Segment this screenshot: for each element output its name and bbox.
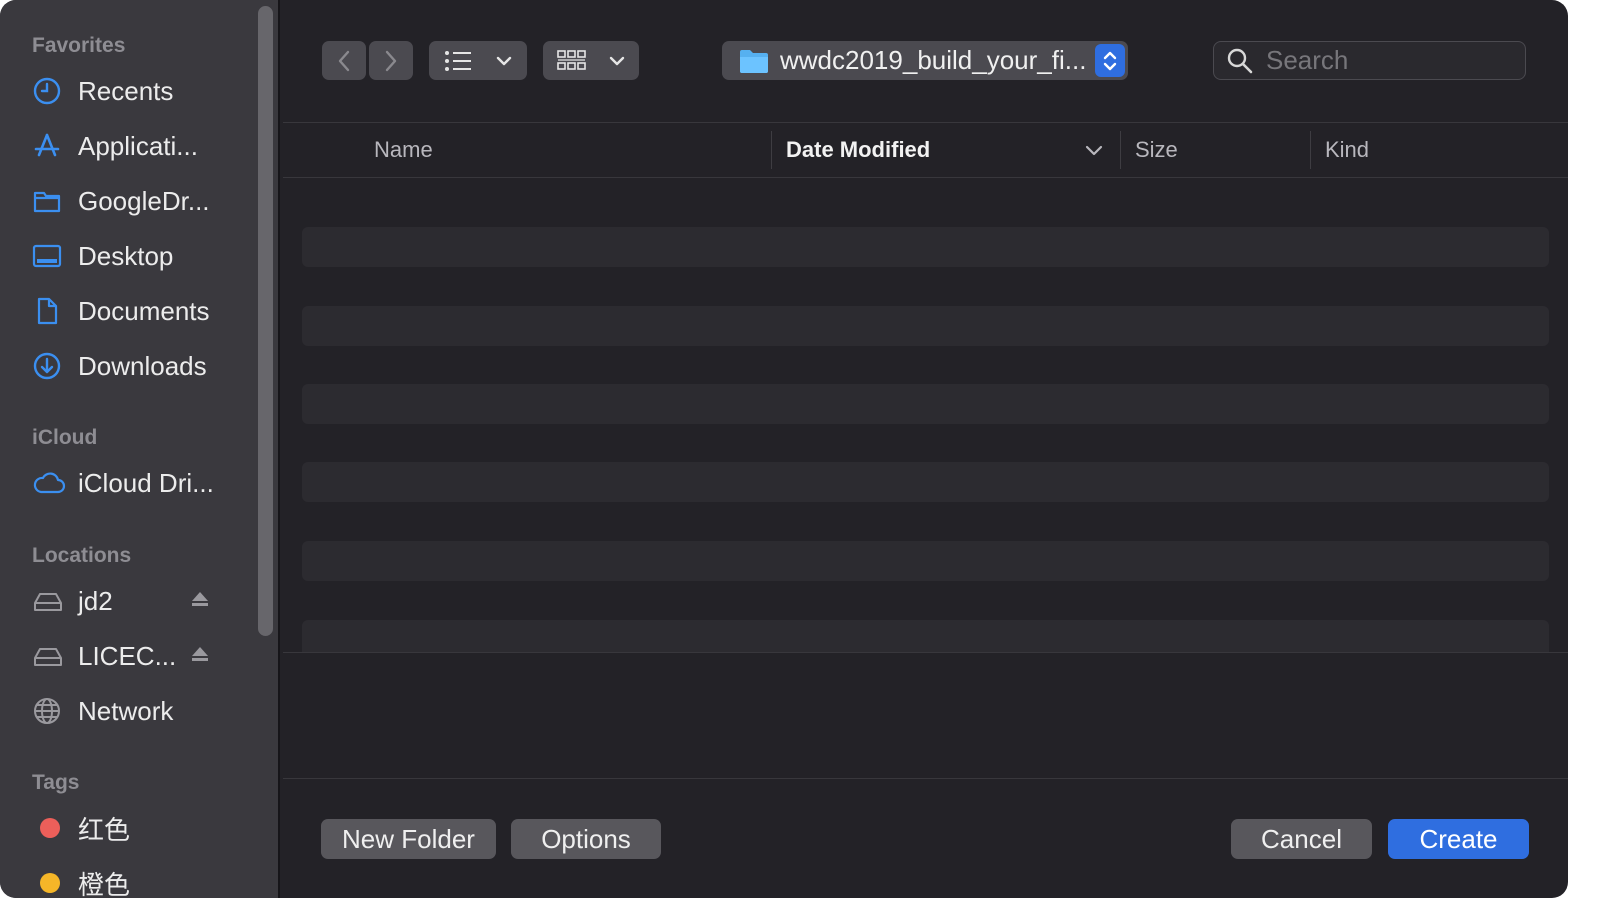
search-input[interactable] — [1264, 44, 1508, 77]
sidebar-item-label: Documents — [78, 295, 210, 326]
sidebar-scrollbar[interactable] — [258, 6, 273, 636]
chevron-left-icon — [338, 50, 350, 71]
sidebar-item-label: Downloads — [78, 350, 207, 381]
app-store-icon — [32, 128, 68, 164]
cancel-button[interactable]: Cancel — [1231, 819, 1372, 859]
sidebar-item-label: Recents — [78, 75, 174, 106]
drive-icon — [32, 638, 68, 674]
sidebar-item-jd2[interactable]: jd2 — [32, 581, 242, 621]
sidebar-item-label: Applicati... — [78, 130, 198, 161]
desktop-icon — [32, 238, 68, 274]
list-view-button[interactable] — [429, 41, 527, 80]
grid-view-icon — [557, 49, 586, 70]
download-icon — [32, 348, 68, 384]
new-folder-button[interactable]: New Folder — [321, 819, 496, 859]
sidebar: Favorites Recents Applicati... GoogleDr.… — [0, 0, 280, 898]
sidebar-item-recents[interactable]: Recents — [32, 71, 242, 111]
list-view-icon — [445, 50, 471, 71]
sidebar-item-label: Network — [78, 695, 174, 726]
column-size[interactable]: Size — [1135, 123, 1178, 177]
eject-icon[interactable] — [190, 589, 210, 614]
chevron-down-icon — [496, 56, 512, 65]
section-title-locations: Locations — [32, 544, 132, 567]
tag-color-dot — [40, 873, 60, 893]
file-list[interactable] — [283, 178, 1568, 653]
sidebar-item-label: 橙色 — [78, 869, 131, 899]
sidebar-item-label: iCloud Dri... — [78, 467, 214, 498]
section-title-tags: Tags — [32, 771, 80, 794]
options-button[interactable]: Options — [511, 819, 661, 859]
sidebar-item-documents[interactable]: Documents — [32, 291, 242, 331]
back-button[interactable] — [322, 41, 366, 80]
path-popup[interactable]: wwdc2019_build_your_fi... — [722, 41, 1128, 80]
create-button[interactable]: Create — [1388, 819, 1529, 859]
forward-button[interactable] — [369, 41, 413, 80]
empty-row-stripe — [302, 306, 1549, 346]
sidebar-item-label: 红色 — [78, 814, 131, 845]
sidebar-item-tag-red[interactable]: 红色 — [32, 808, 242, 848]
search-icon — [1227, 48, 1253, 73]
eject-icon[interactable] — [190, 644, 210, 669]
sidebar-item-applications[interactable]: Applicati... — [32, 126, 242, 166]
sidebar-item-downloads[interactable]: Downloads — [32, 346, 242, 386]
sidebar-item-tag-orange[interactable]: 橙色 — [32, 863, 242, 898]
save-dialog: Favorites Recents Applicati... GoogleDr.… — [0, 0, 1568, 898]
path-popup-label: wwdc2019_build_your_fi... — [780, 45, 1087, 75]
chevron-down-icon — [609, 56, 625, 65]
column-date-modified[interactable]: Date Modified — [786, 123, 930, 177]
sidebar-item-licec[interactable]: LICEC... — [32, 636, 242, 676]
sidebar-item-label: Desktop — [78, 240, 174, 271]
updown-chevron-icon — [1095, 44, 1125, 77]
cloud-icon — [32, 465, 68, 501]
empty-row-stripe — [302, 541, 1549, 581]
globe-icon — [32, 693, 68, 729]
tag-color-dot — [40, 818, 60, 838]
section-title-favorites: Favorites — [32, 34, 126, 57]
document-icon — [32, 293, 68, 329]
icon-view-button[interactable] — [543, 41, 639, 80]
sidebar-item-desktop[interactable]: Desktop — [32, 236, 242, 276]
column-divider[interactable] — [1310, 131, 1311, 169]
chevron-right-icon — [385, 50, 397, 71]
column-divider[interactable] — [1120, 131, 1121, 169]
sidebar-item-icloud-drive[interactable]: iCloud Dri... — [32, 463, 242, 503]
sidebar-item-label: jd2 — [78, 585, 113, 616]
empty-row-stripe — [302, 462, 1549, 502]
footer-divider — [283, 778, 1568, 779]
column-name[interactable]: Name — [374, 123, 433, 177]
column-header: Name Date Modified Size Kind — [283, 122, 1568, 178]
folder-icon — [740, 49, 768, 73]
section-title-icloud: iCloud — [32, 426, 98, 449]
sidebar-item-label: LICEC... — [78, 640, 177, 671]
column-divider[interactable] — [771, 131, 772, 169]
sidebar-item-network[interactable]: Network — [32, 691, 242, 731]
folder-icon — [32, 183, 68, 219]
empty-row-stripe — [302, 384, 1549, 424]
column-kind[interactable]: Kind — [1325, 123, 1369, 177]
empty-row-stripe — [302, 227, 1549, 267]
search-field[interactable] — [1213, 41, 1526, 80]
drive-icon — [32, 583, 68, 619]
empty-row-stripe — [302, 620, 1549, 652]
sort-chevron-down-icon — [1085, 145, 1103, 156]
sidebar-item-googledrive[interactable]: GoogleDr... — [32, 181, 242, 221]
sidebar-item-label: GoogleDr... — [78, 185, 210, 216]
clock-icon — [32, 73, 68, 109]
